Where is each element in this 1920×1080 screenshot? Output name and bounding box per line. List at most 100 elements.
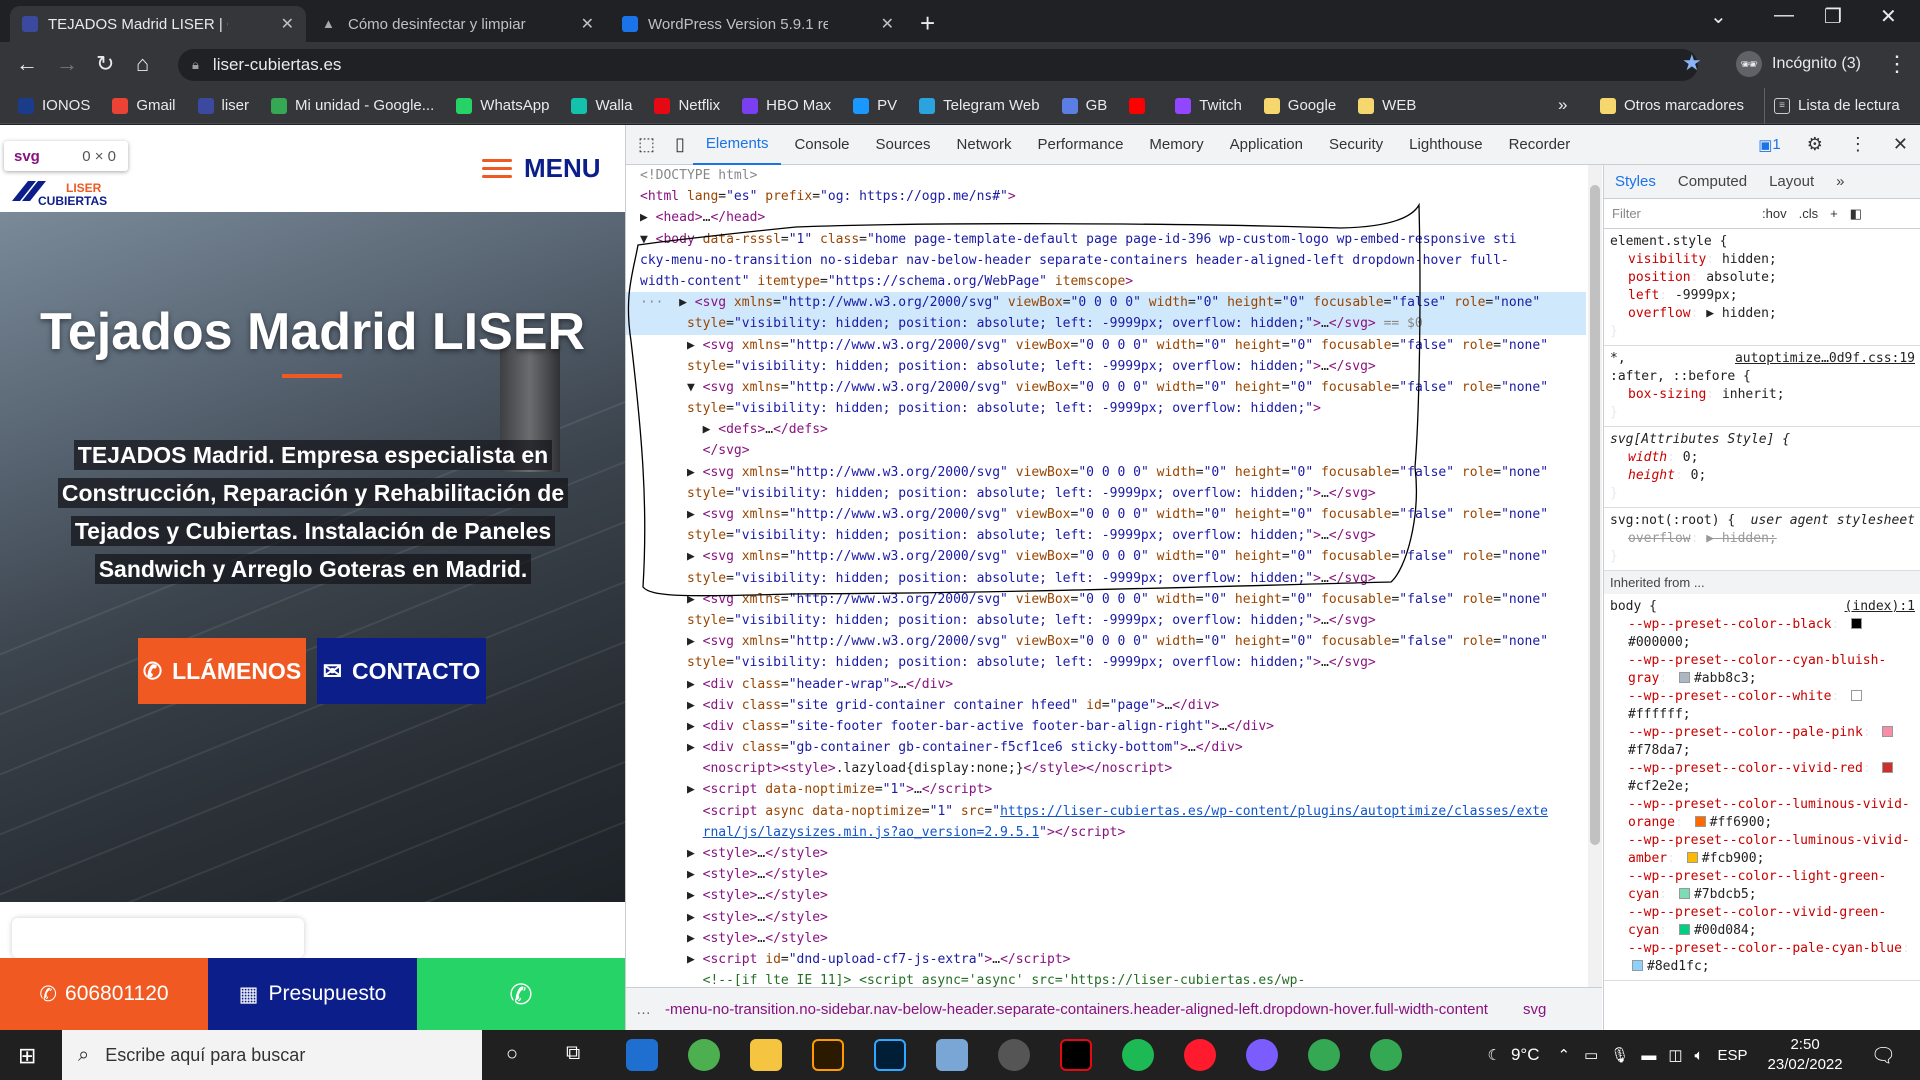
- bookmark-item[interactable]: IONOS: [18, 97, 90, 114]
- opera-icon[interactable]: [1184, 1039, 1216, 1071]
- file-explorer-icon[interactable]: [750, 1039, 782, 1071]
- dom-node-line[interactable]: ▶ <script data-noptimize="1">…</script>: [626, 779, 1586, 800]
- dom-node-line[interactable]: ▶ <defs>…</defs>: [626, 419, 1586, 440]
- menu-button[interactable]: MENU: [482, 153, 601, 184]
- bookmark-item[interactable]: Twitch: [1175, 97, 1242, 114]
- dom-node-line[interactable]: ▶ <svg xmlns="http://www.w3.org/2000/svg…: [626, 631, 1586, 652]
- bookmark-item[interactable]: liser: [197, 97, 249, 114]
- toggle-sidebar-icon[interactable]: ◧: [1850, 206, 1862, 222]
- phone-button[interactable]: ✆ 606801120: [0, 958, 208, 1030]
- elements-scroll-thumb[interactable]: [1590, 185, 1600, 845]
- cortana-icon[interactable]: ○: [506, 1043, 518, 1066]
- other-bookmarks[interactable]: Otros marcadores: [1600, 97, 1744, 114]
- dom-node-line[interactable]: ▶ <style>…</style>: [626, 928, 1586, 949]
- task-view-icon[interactable]: ⧉: [566, 1042, 580, 1065]
- close-devtools-icon[interactable]: ✕: [1880, 125, 1920, 165]
- dom-node-line[interactable]: style="visibility: hidden; position: abs…: [626, 525, 1586, 546]
- rule-body[interactable]: body {(index):1 --wp--preset--color--blac…: [1604, 594, 1920, 981]
- dom-node-line[interactable]: ▶ <style>…</style>: [626, 885, 1586, 906]
- bookmark-item[interactable]: GB: [1061, 97, 1107, 114]
- inspect-element-icon[interactable]: ⬚: [626, 125, 667, 165]
- dom-node-line[interactable]: ▶ <script id="dnd-upload-cf7-js-extra">……: [626, 949, 1586, 970]
- bookmark-item[interactable]: Gmail: [112, 97, 176, 114]
- dom-node-line[interactable]: width-content" itemtype="https://schema.…: [626, 271, 1586, 292]
- dom-node-line[interactable]: ▶ <div class="gb-container gb-container-…: [626, 737, 1586, 758]
- forward-icon[interactable]: →: [56, 51, 78, 77]
- battery-icon[interactable]: ▬: [1641, 1047, 1656, 1064]
- tab-computed[interactable]: Computed: [1667, 173, 1758, 190]
- more-bookmarks-button[interactable]: »: [1558, 95, 1567, 115]
- breadcrumb-more[interactable]: …: [636, 1001, 651, 1018]
- back-icon[interactable]: ←: [16, 51, 38, 77]
- dom-node-line[interactable]: style="visibility: hidden; position: abs…: [626, 652, 1586, 673]
- meet-icon[interactable]: ▭: [1584, 1046, 1598, 1064]
- dom-node-line[interactable]: ▶ <div class="site-footer footer-bar-act…: [626, 716, 1586, 737]
- devtools-tab-lighthouse[interactable]: Lighthouse: [1396, 125, 1495, 165]
- address-bar[interactable]: 🔒︎ liser-cubiertas.es: [178, 49, 1698, 81]
- dom-node-line[interactable]: ▶ <style>…</style>: [626, 843, 1586, 864]
- tab-styles[interactable]: Styles: [1604, 173, 1667, 190]
- dom-node-line[interactable]: style="visibility: hidden; position: abs…: [626, 313, 1586, 335]
- network-icon[interactable]: ◫: [1668, 1046, 1682, 1064]
- dom-breadcrumb[interactable]: … -menu-no-transition.no-sidebar.nav-bel…: [626, 987, 1602, 1030]
- close-icon[interactable]: ✕: [581, 14, 594, 34]
- devtools-tab-network[interactable]: Network: [944, 125, 1025, 165]
- photoshop-icon[interactable]: [874, 1039, 906, 1071]
- reload-icon[interactable]: ↻: [96, 51, 114, 77]
- tab-desinfectar[interactable]: ▲ Cómo desinfectar y limpiar un W ✕: [310, 6, 606, 42]
- incognito-button[interactable]: 🕶︎ Incógnito (3): [1736, 48, 1861, 80]
- rule-svg-not-root[interactable]: svg:not(:root) {user agent stylesheet ove…: [1604, 508, 1920, 571]
- netflix-icon[interactable]: [1060, 1039, 1092, 1071]
- dom-node-line[interactable]: ▶ <div class="header-wrap">…</div>: [626, 674, 1586, 695]
- restore-button[interactable]: ❐: [1824, 4, 1842, 29]
- clock[interactable]: 2:50 23/02/2022: [1768, 1035, 1843, 1075]
- lock-icon[interactable]: 🔒︎: [192, 57, 199, 73]
- chrome-app-icon[interactable]: [1370, 1039, 1402, 1071]
- network-app-icon[interactable]: [936, 1039, 968, 1071]
- bookmark-star-icon[interactable]: ★: [1682, 50, 1702, 76]
- bookmark-item[interactable]: WhatsApp: [456, 97, 549, 114]
- dom-node-line[interactable]: ▶ <svg xmlns="http://www.w3.org/2000/svg…: [626, 589, 1586, 610]
- bookmark-item[interactable]: Walla: [571, 97, 632, 114]
- dom-node-line[interactable]: style="visibility: hidden; position: abs…: [626, 398, 1586, 419]
- illustrator-icon[interactable]: [812, 1039, 844, 1071]
- more-tabs-icon[interactable]: »: [1825, 173, 1855, 190]
- bookmark-item[interactable]: Google: [1263, 97, 1336, 114]
- notifications-icon[interactable]: 🗨︎: [1871, 1043, 1896, 1068]
- breadcrumb-path[interactable]: -menu-no-transition.no-sidebar.nav-below…: [665, 1001, 1515, 1018]
- dom-node-line[interactable]: <script async data-noptimize="1" src="ht…: [626, 801, 1586, 822]
- dom-node-line[interactable]: ▶ <svg xmlns="http://www.w3.org/2000/svg…: [626, 504, 1586, 525]
- new-tab-button[interactable]: +: [920, 8, 935, 39]
- home-icon[interactable]: ⌂: [136, 51, 149, 77]
- dom-node-line[interactable]: ▶ <div class="site grid-container contai…: [626, 695, 1586, 716]
- volume-icon[interactable]: 🔈︎: [1695, 1047, 1704, 1064]
- temperature[interactable]: 9°C: [1511, 1045, 1540, 1065]
- bookmark-item[interactable]: PV: [853, 97, 897, 114]
- dom-node-line[interactable]: ▶ <svg xmlns="http://www.w3.org/2000/svg…: [626, 546, 1586, 567]
- dom-node-line[interactable]: ··· ▶ <svg xmlns="http://www.w3.org/2000…: [626, 292, 1586, 314]
- dom-node-line[interactable]: style="visibility: hidden; position: abs…: [626, 568, 1586, 589]
- dom-node-line[interactable]: style="visibility: hidden; position: abs…: [626, 483, 1586, 504]
- spotify-icon[interactable]: [1122, 1039, 1154, 1071]
- reading-list[interactable]: ≡ Lista de lectura: [1774, 97, 1900, 114]
- more-options-icon[interactable]: ⋮: [1836, 125, 1880, 165]
- mic-icon[interactable]: 🎙︎: [1610, 1046, 1629, 1064]
- settings-icon[interactable]: ⚙: [1794, 125, 1836, 165]
- elements-tree[interactable]: <!DOCTYPE html> <html lang="es" prefix="o…: [626, 165, 1586, 987]
- taskbar-search[interactable]: ⌕ Escribe aquí para buscar: [62, 1030, 482, 1080]
- dom-node-line[interactable]: ▶ <svg xmlns="http://www.w3.org/2000/svg…: [626, 462, 1586, 483]
- quote-button[interactable]: ▦ Presupuesto: [208, 958, 417, 1030]
- dom-node-line[interactable]: cky-menu-no-transition no-sidebar nav-be…: [626, 250, 1586, 271]
- rule-svg-attributes[interactable]: svg[Attributes Style] {width: 0; height: …: [1604, 427, 1920, 508]
- rule-universal[interactable]: *, autoptimize…0d9f.css:19:after, ::befor…: [1604, 346, 1920, 427]
- edge-icon[interactable]: [626, 1039, 658, 1071]
- dom-node-line[interactable]: <!DOCTYPE html>: [626, 165, 1586, 186]
- bookmark-item[interactable]: Telegram Web: [919, 97, 1040, 114]
- floating-widget[interactable]: [12, 918, 304, 958]
- weather-icon[interactable]: ☾: [1488, 1046, 1501, 1064]
- dom-node-line[interactable]: rnal/js/lazysizes.min.js?ao_version=2.9.…: [626, 822, 1586, 843]
- windows-start-icon[interactable]: ⊞: [18, 1043, 36, 1069]
- dom-node-line[interactable]: <!--[if lte IE 11]> <script async='async…: [626, 970, 1586, 987]
- bookmark-item[interactable]: HBO Max: [742, 97, 831, 114]
- tab-liser[interactable]: TEJADOS Madrid LISER | Constru ✕: [10, 6, 306, 42]
